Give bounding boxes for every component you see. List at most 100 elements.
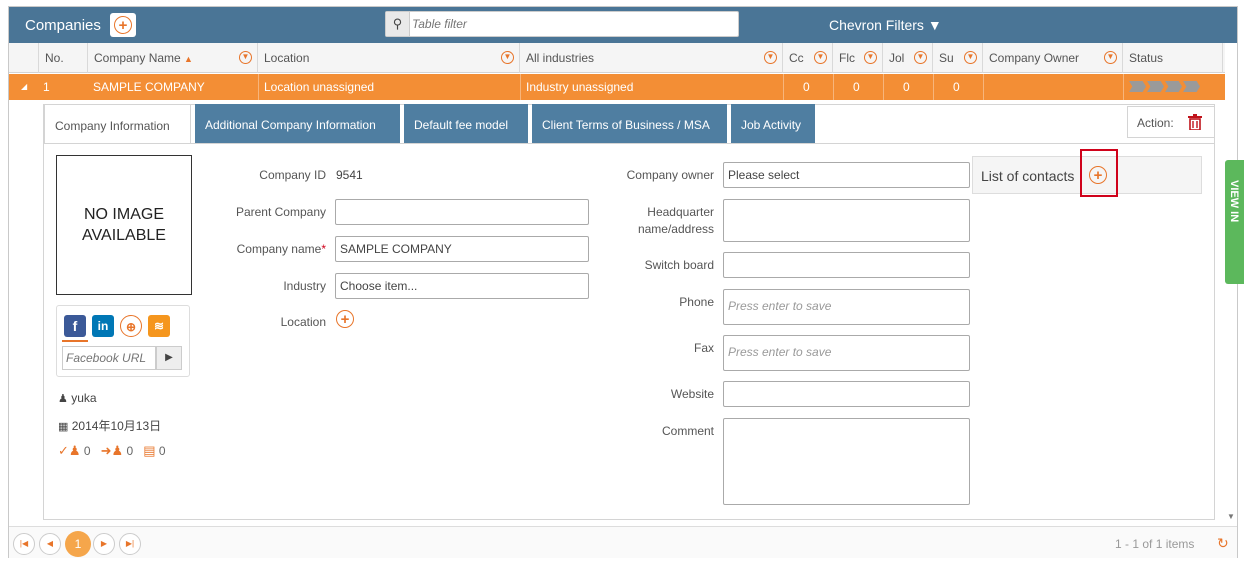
calendar-icon: ▦ bbox=[58, 421, 69, 433]
company-logo-placeholder[interactable]: NO IMAGE AVAILABLE bbox=[56, 155, 192, 295]
comment-field[interactable] bbox=[723, 418, 970, 505]
row-location: Location unassigned bbox=[264, 80, 375, 94]
website-label: Website bbox=[670, 387, 714, 401]
status-pipeline bbox=[1129, 81, 1200, 92]
sort-ascending-icon: ▲ bbox=[184, 54, 193, 64]
rss-icon[interactable]: ≋ bbox=[148, 315, 170, 337]
candidate-check-icon[interactable]: ✓♟ bbox=[58, 443, 81, 458]
pager-info: 1 - 1 of 1 items bbox=[1115, 537, 1195, 551]
filter-flc-icon[interactable]: ▼ bbox=[864, 51, 877, 64]
header-no[interactable]: No. bbox=[39, 43, 88, 73]
tab-default-fee-model[interactable]: Default fee model bbox=[404, 104, 528, 144]
facebook-icon[interactable]: f bbox=[64, 315, 86, 337]
add-company-button[interactable]: + bbox=[110, 13, 136, 37]
page-title: Companies bbox=[25, 17, 101, 34]
fax-field[interactable]: Press enter to save bbox=[723, 335, 970, 371]
comment-label: Comment bbox=[661, 424, 714, 438]
phone-label: Phone bbox=[679, 295, 714, 309]
company-owner-select[interactable]: Please select bbox=[723, 162, 970, 188]
table-row[interactable]: ◢ 1 SAMPLE COMPANY Location unassigned I… bbox=[9, 74, 1237, 100]
phone-field[interactable]: Press enter to save bbox=[723, 289, 970, 325]
chevron-filters-button[interactable]: Chevron Filters ▼ bbox=[829, 17, 942, 33]
tab-company-information[interactable]: Company Information bbox=[44, 104, 191, 144]
filter-industries-icon[interactable]: ▼ bbox=[764, 51, 777, 64]
facebook-url-input[interactable] bbox=[62, 346, 156, 370]
social-links: f in ⊕ ≋ ▶ bbox=[56, 305, 190, 377]
contacts-label: List of contacts bbox=[981, 168, 1075, 184]
industry-select[interactable]: Choose item... bbox=[335, 273, 589, 299]
current-page[interactable]: 1 bbox=[65, 531, 91, 557]
first-page-button[interactable]: |◀ bbox=[13, 533, 35, 555]
play-icon[interactable]: ▶ bbox=[156, 346, 182, 370]
parent-company-label: Parent Company bbox=[235, 205, 326, 219]
header-company-owner[interactable]: Company Owner bbox=[983, 43, 1123, 73]
filter-location-icon[interactable]: ▼ bbox=[501, 51, 514, 64]
add-location-button[interactable]: + bbox=[336, 310, 354, 328]
created-date: ▦ 2014年10月13日 bbox=[58, 419, 162, 433]
header-status[interactable]: Status bbox=[1123, 43, 1223, 73]
plus-circle-icon: + bbox=[114, 16, 132, 34]
website-field[interactable] bbox=[723, 381, 970, 407]
filter-company-name-icon[interactable]: ▼ bbox=[239, 51, 252, 64]
company-detail-panel: Company Information Additional Company I… bbox=[43, 104, 1215, 520]
candidate-arrow-icon[interactable]: ➜♟ bbox=[101, 443, 124, 458]
companies-panel: Companies + ⚲ Chevron Filters ▼ No. Comp… bbox=[8, 6, 1238, 558]
headquarter-field[interactable] bbox=[723, 199, 970, 242]
table-header: No. Company Name ▲ ▼ Location ▼ All indu… bbox=[9, 43, 1237, 73]
chevron-filters-label: Chevron Filters bbox=[829, 17, 924, 33]
tab-job-activity[interactable]: Job Activity bbox=[731, 104, 815, 144]
row-flc: 0 bbox=[853, 80, 860, 94]
linkedin-icon[interactable]: in bbox=[92, 315, 114, 337]
row-no: 1 bbox=[43, 80, 50, 94]
row-industry: Industry unassigned bbox=[526, 80, 634, 94]
last-page-button[interactable]: ▶| bbox=[119, 533, 141, 555]
action-label: Action: bbox=[1137, 116, 1174, 130]
location-label: Location bbox=[280, 315, 326, 329]
company-name-field[interactable]: SAMPLE COMPANY bbox=[335, 236, 589, 262]
switch-board-label: Switch board bbox=[644, 258, 714, 272]
next-page-button[interactable]: ▶ bbox=[93, 533, 115, 555]
document-icon[interactable]: ▤ bbox=[143, 443, 155, 458]
search-icon: ⚲ bbox=[386, 12, 410, 36]
view-in-label: VIEW IN bbox=[1228, 180, 1240, 223]
row-cc: 0 bbox=[803, 80, 810, 94]
collapse-row-icon[interactable]: ◢ bbox=[21, 82, 27, 91]
refresh-icon[interactable]: ↻ bbox=[1217, 535, 1229, 552]
tab-client-terms[interactable]: Client Terms of Business / MSA bbox=[532, 104, 727, 144]
view-in-side-tab[interactable]: VIEW IN bbox=[1225, 160, 1244, 284]
tab-additional-company-information[interactable]: Additional Company Information bbox=[195, 104, 400, 144]
active-social-indicator bbox=[62, 340, 88, 342]
filter-su-icon[interactable]: ▼ bbox=[964, 51, 977, 64]
funnel-icon: ▼ bbox=[927, 17, 942, 33]
scroll-down-icon[interactable]: ▼ bbox=[1227, 512, 1235, 521]
trash-icon[interactable] bbox=[1188, 114, 1202, 130]
filter-owner-icon[interactable]: ▼ bbox=[1104, 51, 1117, 64]
parent-company-field[interactable] bbox=[335, 199, 589, 225]
header-cell-expand bbox=[9, 43, 39, 73]
header-location[interactable]: Location bbox=[258, 43, 520, 73]
filter-cc-icon[interactable]: ▼ bbox=[814, 51, 827, 64]
fax-label: Fax bbox=[693, 341, 714, 355]
header-industries[interactable]: All industries bbox=[520, 43, 783, 73]
company-name-label: Company name* bbox=[236, 242, 326, 256]
header-company-name[interactable]: Company Name ▲ bbox=[88, 43, 258, 73]
switch-board-field[interactable] bbox=[723, 252, 970, 278]
industry-label: Industry bbox=[283, 279, 326, 293]
headquarter-label: Headquarter name/address bbox=[637, 205, 714, 236]
company-id-value: 9541 bbox=[336, 168, 363, 182]
company-id-label: Company ID bbox=[259, 168, 326, 182]
action-menu[interactable]: Action: bbox=[1127, 106, 1215, 138]
row-jol: 0 bbox=[903, 80, 910, 94]
table-filter: ⚲ bbox=[385, 11, 739, 37]
company-owner-label: Company owner bbox=[626, 168, 714, 182]
user-icon: ♟ bbox=[58, 393, 68, 405]
companies-toolbar: Companies + ⚲ Chevron Filters ▼ bbox=[9, 7, 1237, 43]
activity-counts: ✓♟ 0 ➜♟ 0 ▤ 0 bbox=[58, 443, 166, 458]
row-su: 0 bbox=[953, 80, 960, 94]
target-icon[interactable]: ⊕ bbox=[120, 315, 142, 337]
highlight-box bbox=[1080, 149, 1118, 197]
prev-page-button[interactable]: ◀ bbox=[39, 533, 61, 555]
pager: |◀ ◀ 1 ▶ ▶| 1 - 1 of 1 items ↻ bbox=[9, 526, 1237, 558]
filter-jol-icon[interactable]: ▼ bbox=[914, 51, 927, 64]
table-filter-input[interactable] bbox=[412, 14, 732, 34]
